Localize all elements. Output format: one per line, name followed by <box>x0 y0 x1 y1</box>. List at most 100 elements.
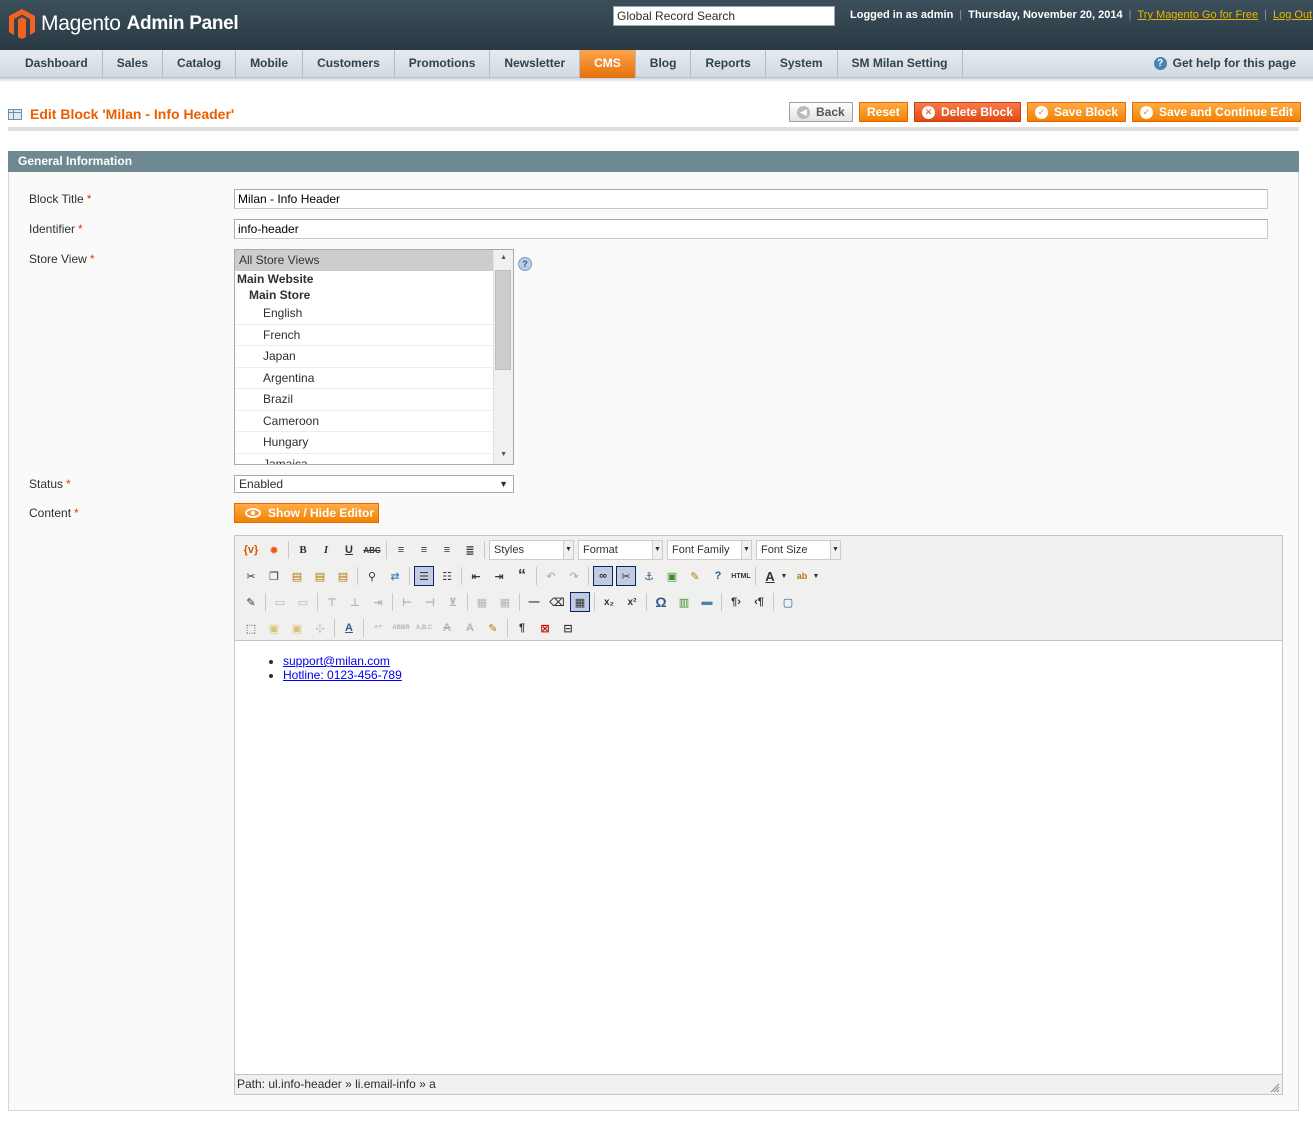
strikethrough-icon[interactable]: ABC <box>362 540 382 560</box>
table-icon[interactable]: ▦ <box>570 592 590 612</box>
magento-logo[interactable]: Magento Admin Panel <box>8 6 239 42</box>
insert-variable-icon[interactable]: {v} <box>241 540 261 560</box>
store-view-scrollbar[interactable]: ▲ ▼ <box>493 250 513 464</box>
col-after-icon[interactable]: ⊣ <box>420 592 440 612</box>
acronym-icon[interactable]: A.B.C <box>414 618 434 638</box>
back-button[interactable]: ◀ Back <box>789 102 853 122</box>
media-icon[interactable]: ▥ <box>674 592 694 612</box>
nav-item-newsletter[interactable]: Newsletter <box>490 50 581 78</box>
layer-icon[interactable]: ▭ <box>293 592 313 612</box>
redo-icon[interactable]: ↷ <box>564 566 584 586</box>
image-icon[interactable]: ▣ <box>662 566 682 586</box>
store-option-all[interactable]: All Store Views <box>235 250 494 271</box>
logout-link[interactable]: Log Out <box>1273 9 1312 21</box>
delete-block-button[interactable]: ✕ Delete Block <box>914 102 1022 122</box>
save-block-button[interactable]: ✓ Save Block <box>1027 102 1127 122</box>
special-char-icon[interactable]: Ω <box>651 592 671 612</box>
show-hide-editor-button[interactable]: Show / Hide Editor <box>234 503 379 523</box>
remove-format-icon[interactable]: ⌫ <box>547 592 567 612</box>
blockquote-icon[interactable]: “ <box>512 566 532 586</box>
paste-icon[interactable]: ▤ <box>287 566 307 586</box>
edit-css-icon[interactable]: ✎ <box>241 592 261 612</box>
move-forward-icon[interactable]: ▣ <box>264 618 284 638</box>
nav-item-cms[interactable]: CMS <box>580 50 636 78</box>
nav-item-sales[interactable]: Sales <box>103 50 164 78</box>
outdent-icon[interactable]: ⇤ <box>466 566 486 586</box>
horizontal-rule-icon[interactable]: — <box>524 592 544 612</box>
superscript-icon[interactable]: x² <box>622 592 642 612</box>
help-icon[interactable]: ? <box>708 566 728 586</box>
font-size-dropdown[interactable]: Font Size ▼ <box>756 540 841 560</box>
nav-item-promotions[interactable]: Promotions <box>395 50 491 78</box>
italic-icon[interactable]: I <box>316 540 336 560</box>
store-option-brazil[interactable]: Brazil <box>235 389 494 411</box>
pagebreak-icon[interactable]: ⊟ <box>558 618 578 638</box>
paste-word-icon[interactable]: ▤ <box>333 566 353 586</box>
insert-layer-box-icon[interactable]: ⬚ <box>241 618 261 638</box>
absolute-icon[interactable]: ⊹ <box>310 618 330 638</box>
global-search-input[interactable] <box>613 6 835 26</box>
scroll-up-icon[interactable]: ▲ <box>500 254 507 261</box>
align-left-icon[interactable]: ≡ <box>391 540 411 560</box>
cut-icon[interactable]: ✂ <box>241 566 261 586</box>
unlink-icon[interactable]: ✂ <box>616 566 636 586</box>
text-color-icon[interactable]: A <box>760 566 780 586</box>
help-link[interactable]: ? Get help for this page <box>1153 50 1296 77</box>
delete-row-icon[interactable]: ⇥ <box>368 592 388 612</box>
nav-item-mobile[interactable]: Mobile <box>236 50 304 78</box>
paste-text-icon[interactable]: ▤ <box>310 566 330 586</box>
fullscreen-icon[interactable]: ▢ <box>778 592 798 612</box>
store-option-japan[interactable]: Japan <box>235 346 494 368</box>
attributes-icon[interactable]: ✎ <box>483 618 503 638</box>
store-option-argentina[interactable]: Argentina <box>235 368 494 389</box>
store-option-english[interactable]: English <box>235 303 494 325</box>
chevron-down-icon[interactable]: ▼ <box>811 566 821 586</box>
col-before-icon[interactable]: ⊢ <box>397 592 417 612</box>
visual-chars-icon[interactable]: ¶ <box>512 618 532 638</box>
indent-icon[interactable]: ⇥ <box>489 566 509 586</box>
row-after-icon[interactable]: ⊥ <box>345 592 365 612</box>
store-option-hungary[interactable]: Hungary <box>235 432 494 454</box>
insert-widget-icon[interactable]: ✹ <box>264 540 284 560</box>
scrollbar-thumb[interactable] <box>495 270 511 370</box>
font-family-dropdown[interactable]: Font Family ▼ <box>667 540 752 560</box>
store-option-cameroon[interactable]: Cameroon <box>235 411 494 432</box>
styles-dropdown[interactable]: Styles ▼ <box>489 540 574 560</box>
nav-item-reports[interactable]: Reports <box>691 50 766 78</box>
format-dropdown[interactable]: Format ▼ <box>578 540 663 560</box>
store-option-french[interactable]: French <box>235 325 494 346</box>
editor-content-area[interactable]: support@milan.comHotline: 0123-456-789 <box>235 642 1282 1074</box>
rtl-icon[interactable]: ‹¶ <box>749 592 769 612</box>
delete-col-icon[interactable]: ⊻ <box>443 592 463 612</box>
store-option-jamaica[interactable]: Jamaica <box>235 454 494 465</box>
reset-button[interactable]: Reset <box>859 102 908 122</box>
nav-item-catalog[interactable]: Catalog <box>163 50 237 78</box>
advanced-hr-icon[interactable]: ▬ <box>697 592 717 612</box>
replace-icon[interactable]: ⇄ <box>385 566 405 586</box>
subscript-icon[interactable]: x₂ <box>599 592 619 612</box>
store-view-help-icon[interactable]: ? <box>518 257 532 271</box>
numbered-list-icon[interactable]: ☷ <box>437 566 457 586</box>
block-title-input[interactable] <box>234 189 1268 209</box>
deletion-icon[interactable]: A <box>437 618 457 638</box>
chevron-down-icon[interactable]: ▼ <box>779 566 789 586</box>
status-select[interactable]: Enabled ▼ <box>234 475 514 493</box>
move-backward-icon[interactable]: ▣ <box>287 618 307 638</box>
abbr-icon[interactable]: ABBR <box>391 618 411 638</box>
html-source-icon[interactable]: HTML <box>731 566 751 586</box>
undo-icon[interactable]: ↶ <box>541 566 561 586</box>
cleanup-icon[interactable]: ✎ <box>685 566 705 586</box>
align-justify-icon[interactable]: ≣ <box>460 540 480 560</box>
ltr-icon[interactable]: ¶› <box>726 592 746 612</box>
nav-item-customers[interactable]: Customers <box>303 50 395 78</box>
cite-icon[interactable]: “” <box>368 618 388 638</box>
insertion-icon[interactable]: A <box>460 618 480 638</box>
identifier-input[interactable] <box>234 219 1268 239</box>
nav-item-blog[interactable]: Blog <box>636 50 692 78</box>
background-color-icon[interactable]: ab <box>792 566 812 586</box>
find-icon[interactable]: ⚲ <box>362 566 382 586</box>
copy-icon[interactable]: ❐ <box>264 566 284 586</box>
split-cells-icon[interactable]: ▦ <box>472 592 492 612</box>
bold-icon[interactable]: B <box>293 540 313 560</box>
bullet-list-icon[interactable]: ☰ <box>414 566 434 586</box>
